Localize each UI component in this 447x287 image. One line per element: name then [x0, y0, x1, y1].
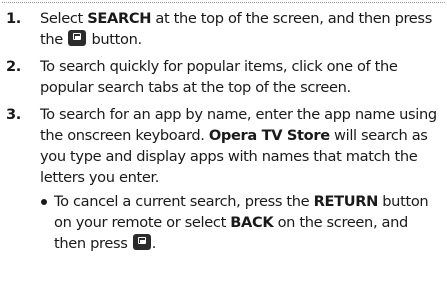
text-segment: button.	[87, 31, 142, 48]
step-3: 3. To search for an app by name, enter t…	[0, 104, 447, 254]
text-segment: Select	[40, 10, 88, 27]
search-term: SEARCH	[87, 10, 152, 27]
manual-page: 1. Select SEARCH at the top of the scree…	[0, 0, 447, 287]
text-segment: To cancel a current search, press the	[54, 193, 314, 210]
bullet-icon	[41, 199, 47, 205]
step-1: 1. Select SEARCH at the top of the scree…	[0, 8, 447, 50]
sub-list: To cancel a current search, press the RE…	[40, 191, 443, 254]
instruction-list: 1. Select SEARCH at the top of the scree…	[0, 8, 447, 254]
enter-key-icon	[132, 234, 151, 250]
enter-key-icon	[68, 30, 87, 46]
step-text: Select SEARCH at the top of the screen, …	[40, 8, 443, 50]
back-term: BACK	[230, 214, 274, 231]
sub-item-cancel-search: To cancel a current search, press the RE…	[40, 191, 443, 254]
step-2: 2. To search quickly for popular items, …	[0, 56, 447, 98]
step-number: 1.	[6, 10, 21, 27]
app-store-name: Opera TV Store	[208, 127, 330, 144]
text-segment: .	[151, 235, 157, 252]
step-number: 2.	[6, 58, 21, 75]
step-text: To search quickly for popular items, cli…	[40, 58, 398, 96]
dotted-divider	[2, 2, 445, 3]
return-term: RETURN	[313, 193, 379, 210]
step-text: To search for an app by name, enter the …	[40, 104, 443, 188]
step-number: 3.	[6, 106, 21, 123]
